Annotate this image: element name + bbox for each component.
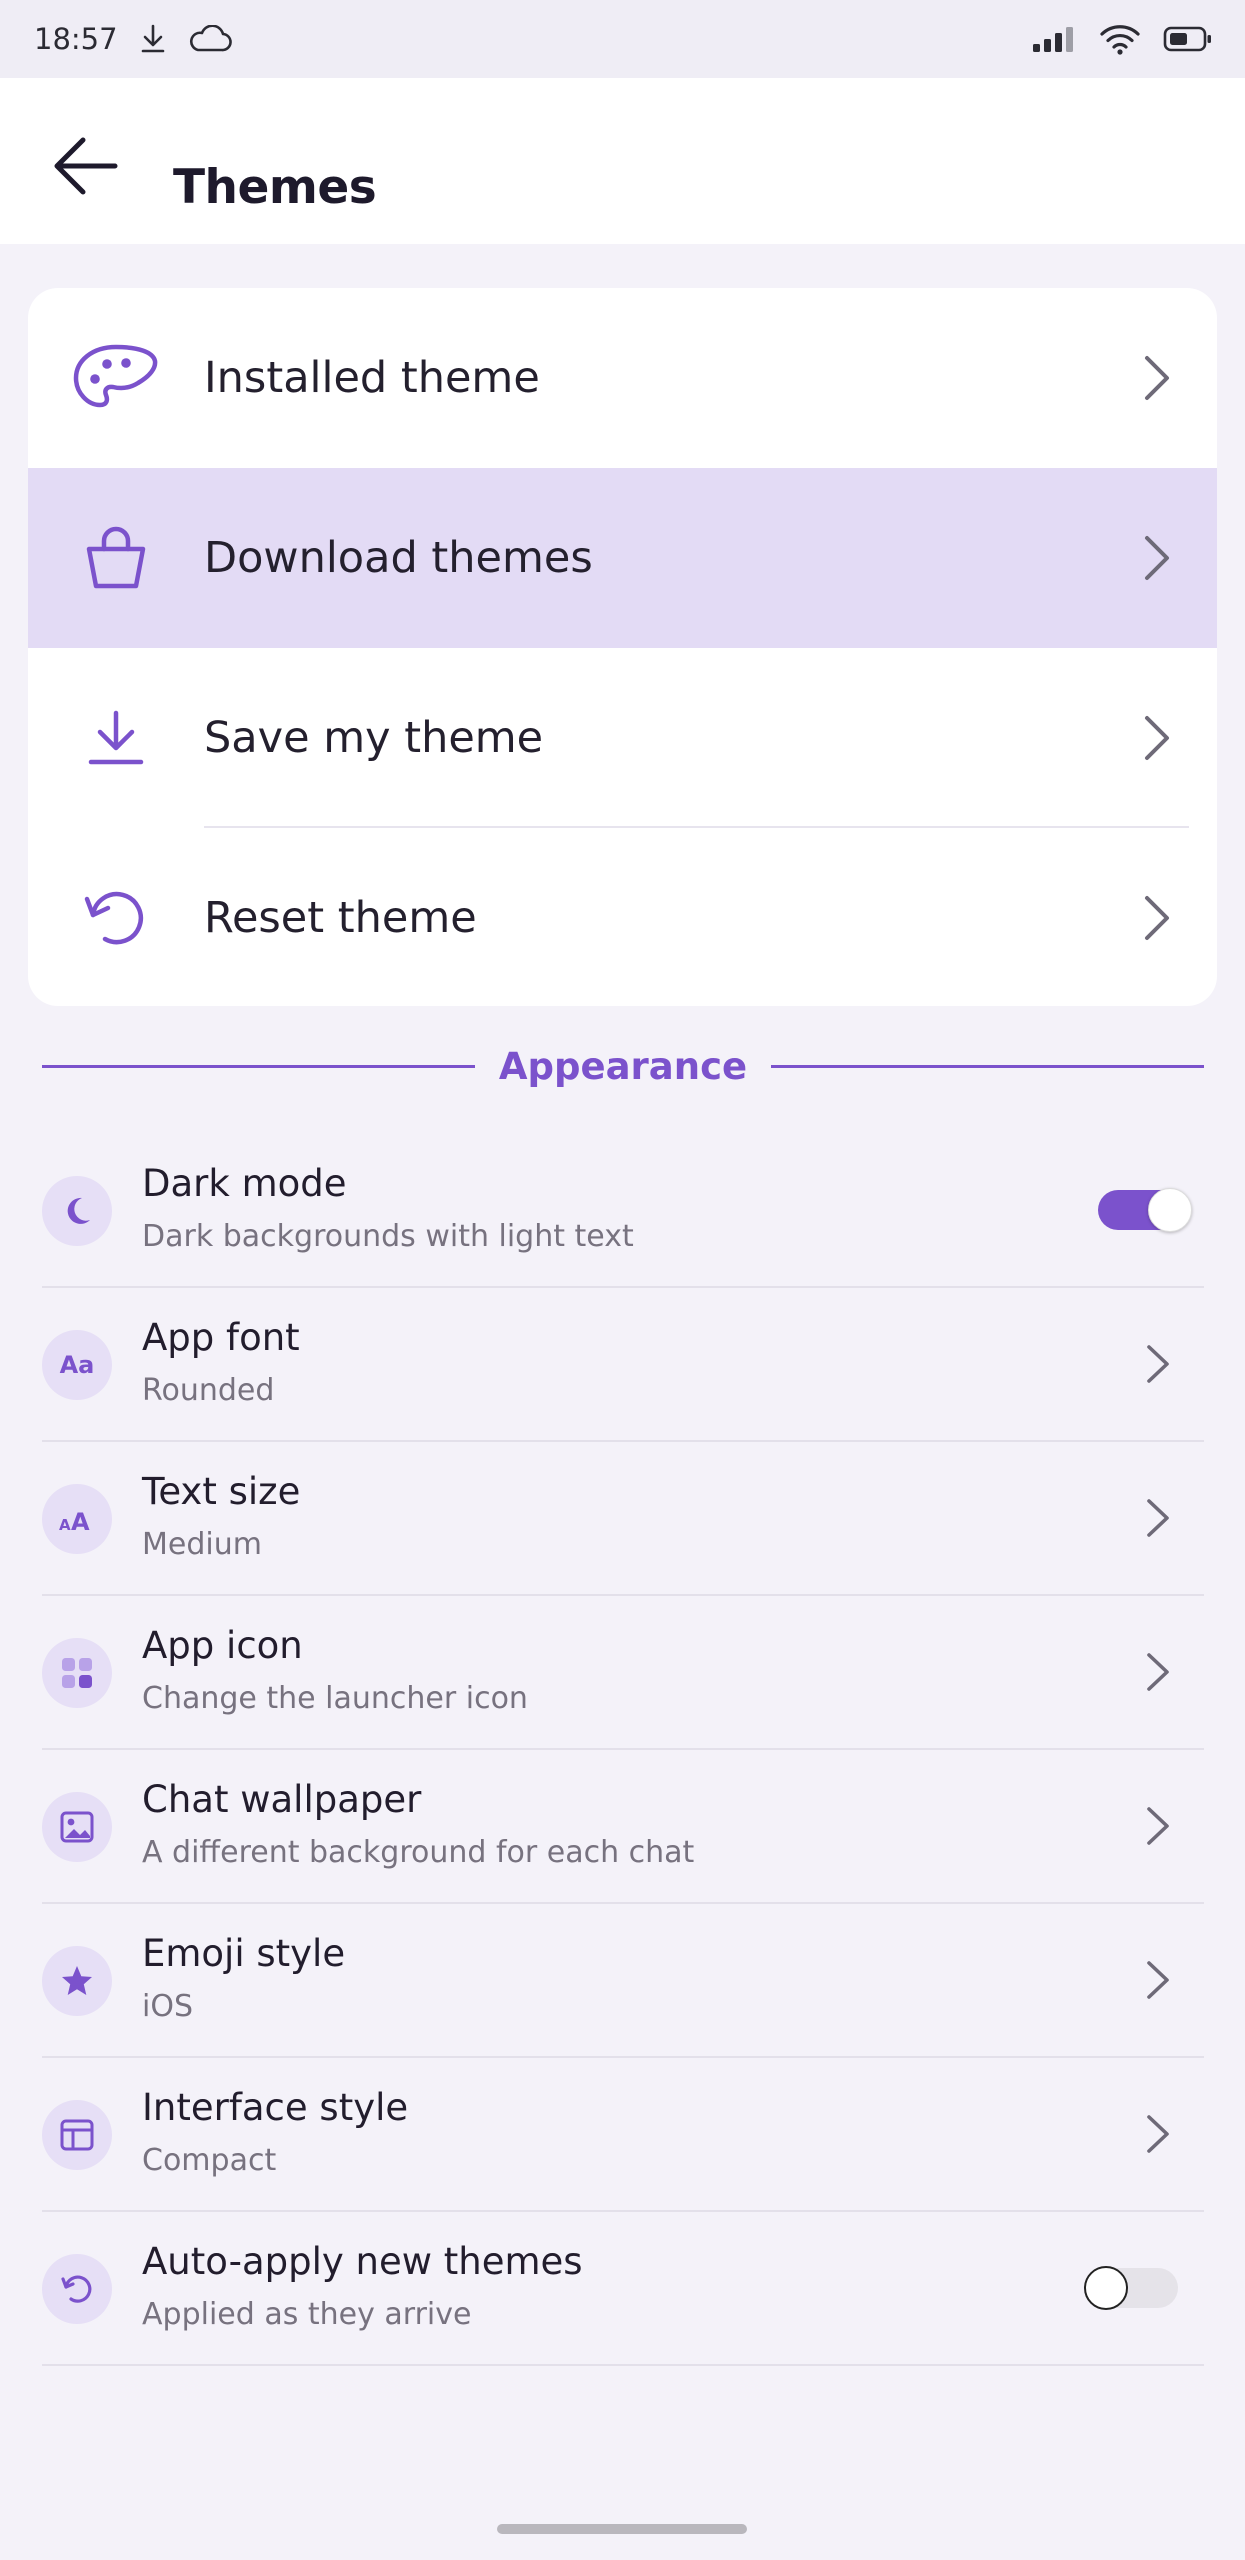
setting-subtitle: Dark backgrounds with light text bbox=[142, 1219, 634, 1254]
wifi-icon bbox=[1099, 23, 1141, 55]
app-bar: Themes bbox=[0, 78, 1245, 244]
shopping-bag-icon bbox=[68, 510, 164, 606]
setting-chat-wallpaper[interactable]: Chat wallpaper A different background fo… bbox=[42, 1750, 1204, 1904]
dark-mode-toggle[interactable] bbox=[1098, 1188, 1192, 1232]
signal-icon bbox=[1031, 24, 1077, 54]
setting-subtitle: iOS bbox=[142, 1989, 193, 2024]
chevron-right-icon bbox=[1140, 1339, 1176, 1389]
setting-title: Auto-apply new themes bbox=[142, 2240, 583, 2283]
chevron-right-icon bbox=[1135, 528, 1179, 588]
setting-title: Chat wallpaper bbox=[142, 1778, 422, 1821]
divider bbox=[42, 1064, 475, 1068]
setting-app-font[interactable]: Aa App font Rounded bbox=[42, 1288, 1204, 1442]
image-icon bbox=[42, 1792, 112, 1862]
chevron-right-icon bbox=[1140, 1955, 1176, 2005]
chevron-right-icon bbox=[1140, 1801, 1176, 1851]
appearance-settings-list: Dark mode Dark backgrounds with light te… bbox=[42, 1134, 1204, 2366]
layout-icon bbox=[42, 2100, 112, 2170]
svg-text:A: A bbox=[71, 1508, 90, 1533]
refresh-icon bbox=[42, 2254, 112, 2324]
menu-item-label: Download themes bbox=[204, 533, 593, 583]
setting-dark-mode[interactable]: Dark mode Dark backgrounds with light te… bbox=[42, 1134, 1204, 1288]
theme-menu-card: Installed theme Download themes Save my … bbox=[28, 288, 1217, 1006]
battery-icon bbox=[1163, 25, 1213, 53]
menu-item-installed-theme[interactable]: Installed theme bbox=[28, 288, 1217, 468]
setting-title: Dark mode bbox=[142, 1162, 347, 1205]
setting-subtitle: Compact bbox=[142, 2143, 277, 2178]
text-size-icon: A A bbox=[42, 1484, 112, 1554]
chevron-right-icon bbox=[1135, 348, 1179, 408]
setting-emoji-style[interactable]: Emoji style iOS bbox=[42, 1904, 1204, 2058]
menu-item-label: Reset theme bbox=[204, 893, 477, 943]
toggle-knob bbox=[1148, 1188, 1192, 1232]
setting-title: Interface style bbox=[142, 2086, 409, 2129]
menu-item-label: Installed theme bbox=[204, 353, 540, 403]
font-icon-glyph: Aa bbox=[59, 1351, 95, 1379]
reset-icon bbox=[68, 870, 164, 966]
page-title: Themes bbox=[173, 160, 377, 215]
chevron-right-icon bbox=[1140, 1647, 1176, 1697]
svg-text:A: A bbox=[59, 1516, 71, 1533]
status-bar: 18:57 bbox=[0, 0, 1245, 78]
moon-icon bbox=[42, 1176, 112, 1246]
setting-interface-style[interactable]: Interface style Compact bbox=[42, 2058, 1204, 2212]
home-indicator[interactable] bbox=[497, 2524, 747, 2534]
divider bbox=[771, 1064, 1205, 1068]
chevron-right-icon bbox=[1140, 2109, 1176, 2159]
setting-subtitle: Applied as they arrive bbox=[142, 2297, 472, 2332]
chevron-right-icon bbox=[1135, 888, 1179, 948]
setting-subtitle: Medium bbox=[142, 1527, 262, 1562]
menu-item-reset-theme[interactable]: Reset theme bbox=[28, 828, 1217, 1006]
cloud-icon bbox=[188, 25, 232, 53]
setting-title: App font bbox=[142, 1316, 300, 1359]
setting-subtitle: Rounded bbox=[142, 1373, 275, 1408]
download-icon bbox=[68, 690, 164, 786]
grid-icon bbox=[42, 1638, 112, 1708]
setting-text-size[interactable]: A A Text size Medium bbox=[42, 1442, 1204, 1596]
setting-subtitle: A different background for each chat bbox=[142, 1835, 695, 1870]
menu-item-download-themes[interactable]: Download themes bbox=[28, 468, 1217, 648]
section-title: Appearance bbox=[498, 1044, 748, 1088]
setting-subtitle: Change the launcher icon bbox=[142, 1681, 528, 1716]
setting-title: App icon bbox=[142, 1624, 303, 1667]
status-time: 18:57 bbox=[34, 22, 118, 56]
appearance-section-header: Appearance bbox=[42, 1036, 1205, 1096]
chevron-right-icon bbox=[1135, 708, 1179, 768]
toggle-knob bbox=[1084, 2266, 1128, 2310]
setting-title: Text size bbox=[142, 1470, 301, 1513]
status-right bbox=[1031, 23, 1213, 55]
menu-item-label: Save my theme bbox=[204, 713, 544, 763]
setting-title: Emoji style bbox=[142, 1932, 346, 1975]
setting-auto-apply[interactable]: Auto-apply new themes Applied as they ar… bbox=[42, 2212, 1204, 2366]
chevron-right-icon bbox=[1140, 1493, 1176, 1543]
status-left: 18:57 bbox=[34, 22, 232, 56]
setting-app-icon[interactable]: App icon Change the launcher icon bbox=[42, 1596, 1204, 1750]
auto-apply-toggle[interactable] bbox=[1084, 2266, 1178, 2310]
back-button[interactable] bbox=[46, 128, 126, 208]
download-icon bbox=[140, 24, 166, 54]
font-icon: Aa bbox=[42, 1330, 112, 1400]
menu-item-save-my-theme[interactable]: Save my theme bbox=[28, 648, 1217, 828]
palette-icon bbox=[68, 330, 164, 426]
arrow-left-icon bbox=[53, 136, 119, 200]
star-icon bbox=[42, 1946, 112, 2016]
